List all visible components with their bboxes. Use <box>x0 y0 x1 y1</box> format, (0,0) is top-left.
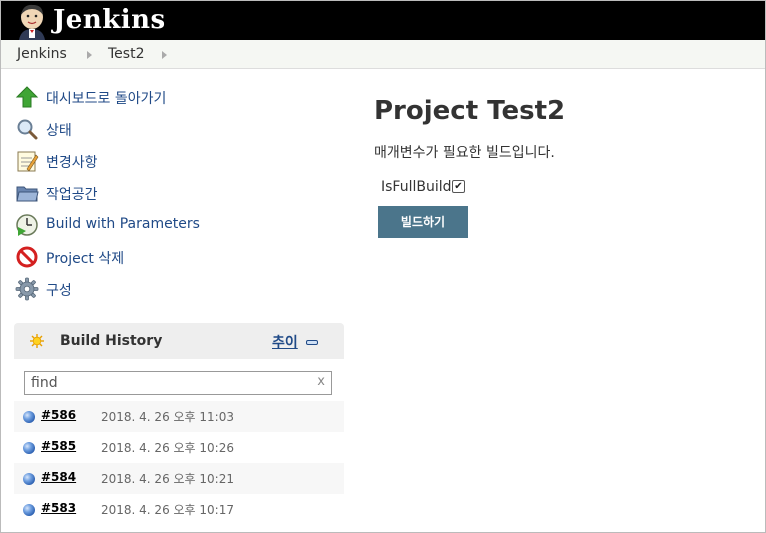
gear-icon <box>15 277 39 301</box>
build-date-link[interactable]: 2018. 4. 26 오후 10:26 <box>101 439 234 456</box>
task-label: Build with Parameters <box>46 216 200 232</box>
isfullbuild-checkbox[interactable]: ✔ <box>452 180 465 193</box>
build-date-link[interactable]: 2018. 4. 26 오후 10:17 <box>101 501 234 518</box>
clock-play-icon <box>16 214 38 236</box>
clear-filter-icon[interactable]: x <box>317 374 325 389</box>
build-number-link[interactable]: #583 <box>41 501 76 515</box>
task-label: 변경사항 <box>46 155 98 171</box>
build-history-title: Build History <box>60 333 163 349</box>
blue-ball-status-icon[interactable] <box>23 411 35 423</box>
build-number-link[interactable]: #584 <box>41 470 76 484</box>
task-label: 작업공간 <box>46 187 98 203</box>
trend-link[interactable]: 추이 <box>272 332 298 352</box>
build-date-link[interactable]: 2018. 4. 26 오후 10:21 <box>101 470 234 487</box>
breadcrumb-arrow-icon[interactable] <box>87 51 92 59</box>
build-filter-input[interactable] <box>25 372 311 394</box>
sun-icon <box>30 334 44 348</box>
build-row: #583 2018. 4. 26 오후 10:17 <box>14 494 344 525</box>
blue-ball-status-icon[interactable] <box>23 504 35 516</box>
folder-icon <box>16 186 39 202</box>
build-row: #585 2018. 4. 26 오후 10:26 <box>14 432 344 463</box>
build-history-header: Build History 추이 <box>14 323 344 359</box>
jenkins-butler-icon[interactable] <box>15 2 51 40</box>
task-label: 상태 <box>46 123 72 139</box>
blue-ball-status-icon[interactable] <box>23 442 35 454</box>
build-button[interactable]: 빌드하기 <box>378 206 468 238</box>
blue-ball-status-icon[interactable] <box>23 473 35 485</box>
page-title: Project Test2 <box>374 96 566 126</box>
build-date-link[interactable]: 2018. 4. 26 오후 11:03 <box>101 408 234 425</box>
build-history-panel: Build History 추이 x #586 2018. 4. 26 오후 1… <box>14 323 344 532</box>
breadcrumb: Jenkins Test2 <box>1 40 765 69</box>
build-number-link[interactable]: #585 <box>41 439 76 453</box>
breadcrumb-arrow-icon[interactable] <box>162 51 167 59</box>
param-label: IsFullBuild <box>381 179 452 195</box>
jenkins-window: Jenkins Jenkins Test2 대시보드로 돌아가기 상태 변경사항 <box>0 0 766 533</box>
no-entry-icon <box>16 246 38 268</box>
task-label: 구성 <box>46 283 72 299</box>
build-filter-box: x <box>24 371 332 395</box>
task-label: Project 삭제 <box>46 251 125 267</box>
notepad-icon <box>17 151 39 172</box>
build-description: 매개변수가 필요한 빌드입니다. <box>374 145 555 161</box>
breadcrumb-test2[interactable]: Test2 <box>108 40 144 68</box>
up-arrow-icon <box>15 86 39 108</box>
task-label: 대시보드로 돌아가기 <box>46 91 167 107</box>
build-number-link[interactable]: #586 <box>41 408 76 422</box>
search-icon <box>17 119 38 140</box>
collapse-icon[interactable] <box>306 340 318 345</box>
header-bar: Jenkins <box>1 1 765 40</box>
breadcrumb-jenkins[interactable]: Jenkins <box>17 40 67 68</box>
build-row: #584 2018. 4. 26 오후 10:21 <box>14 463 344 494</box>
build-row: #586 2018. 4. 26 오후 11:03 <box>14 401 344 432</box>
jenkins-logo-text[interactable]: Jenkins <box>53 3 166 37</box>
